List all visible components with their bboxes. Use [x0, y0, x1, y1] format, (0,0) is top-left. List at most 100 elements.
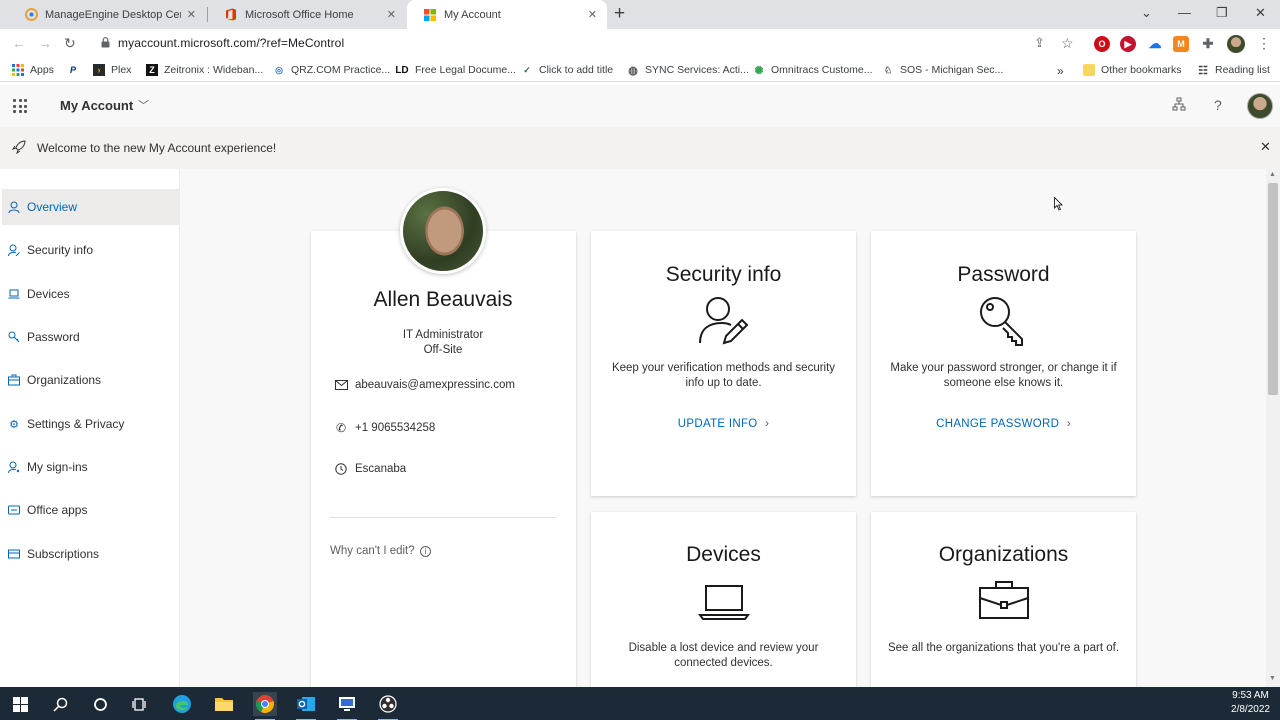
- address-bar[interactable]: myaccount.microsoft.com/?ref=MeControl: [118, 36, 344, 50]
- sidebar-item-organizations[interactable]: Organizations: [2, 362, 179, 398]
- minimize-icon[interactable]: —: [1178, 5, 1191, 20]
- password-card: Password Make your password stronger, or…: [871, 231, 1136, 496]
- sidebar-item-office-apps[interactable]: Office apps: [2, 492, 179, 528]
- cortana-icon[interactable]: [88, 692, 112, 716]
- sidebar-item-password[interactable]: Password: [2, 319, 179, 355]
- tab-office-home[interactable]: Microsoft Office Home ✕: [208, 0, 406, 29]
- change-password-link[interactable]: CHANGE PASSWORD ›: [871, 418, 1136, 430]
- bookmark-zeitronix[interactable]: Z Zeitronix : Wideban...: [146, 64, 263, 76]
- windows-taskbar: 9:53 AM 2/8/2022: [0, 687, 1280, 720]
- chevron-right-icon: ›: [765, 418, 770, 430]
- back-icon[interactable]: ←: [12, 35, 26, 51]
- opera-extension-icon[interactable]: O: [1094, 36, 1110, 52]
- scroll-down-icon[interactable]: ▼: [1269, 675, 1276, 682]
- key-icon: [979, 297, 1023, 346]
- bookmark-label: Plex: [111, 64, 132, 76]
- metamask-extension-icon[interactable]: M: [1173, 36, 1189, 52]
- sidebar-item-settings-privacy[interactable]: ⚙ Settings & Privacy: [2, 406, 179, 442]
- tab-title: Microsoft Office Home: [245, 8, 354, 21]
- edge-icon[interactable]: [170, 692, 194, 716]
- window-close-icon[interactable]: ✕: [1255, 5, 1266, 21]
- rocket-icon: [11, 140, 26, 157]
- person-icon: [8, 201, 20, 213]
- zeitronix-icon: Z: [146, 64, 158, 76]
- card-title: Organizations: [938, 543, 1069, 566]
- tab-close-icon[interactable]: ✕: [387, 8, 396, 21]
- tab-close-icon[interactable]: ✕: [588, 8, 597, 21]
- paypal-icon: P: [69, 65, 76, 75]
- mail-icon: [334, 380, 348, 390]
- bookmark-paypal[interactable]: P: [67, 64, 85, 76]
- profile-email-row: abeauvais@amexpressinc.com: [334, 379, 515, 391]
- profile-photo[interactable]: [400, 188, 486, 274]
- outlook-icon[interactable]: [294, 692, 318, 720]
- chrome-icon[interactable]: [253, 692, 277, 720]
- sidebar-nav: Overview Security info Devices Password …: [0, 169, 180, 687]
- reading-list-button[interactable]: ☷ Reading list: [1197, 64, 1270, 77]
- close-icon[interactable]: ✕: [1260, 139, 1271, 155]
- bookmark-omnitracs[interactable]: ✺ Omnitracs Custome...: [753, 64, 872, 77]
- tab-my-account[interactable]: My Account ✕: [407, 0, 607, 29]
- play-extension-icon[interactable]: ▶: [1120, 36, 1136, 52]
- windows-start-icon[interactable]: [8, 692, 32, 716]
- ld-icon: LD: [395, 64, 409, 76]
- bookmarks-overflow-button[interactable]: »: [1057, 64, 1064, 78]
- bookmark-star-icon[interactable]: ☆: [1061, 35, 1074, 52]
- new-tab-icon[interactable]: +: [614, 3, 625, 25]
- update-info-link[interactable]: UPDATE INFO ›: [591, 418, 856, 430]
- share-icon[interactable]: ⇪: [1034, 35, 1045, 51]
- bookmark-plex[interactable]: › Plex: [93, 64, 131, 76]
- bookmark-qrz[interactable]: ◎ QRZ.COM Practice...: [273, 64, 390, 76]
- cloud-extension-icon[interactable]: ☁: [1147, 36, 1163, 52]
- profile-avatar-icon[interactable]: [1227, 35, 1245, 53]
- sidebar-item-my-sign-ins[interactable]: My sign-ins: [2, 449, 179, 485]
- bookmark-label: Click to add title: [539, 64, 614, 76]
- key-icon: [8, 331, 20, 343]
- card-title: Devices: [686, 543, 761, 566]
- sidebar-item-subscriptions[interactable]: Subscriptions: [2, 536, 179, 572]
- sidebar-item-label: Office apps: [27, 503, 88, 517]
- bookmark-sos-michigan[interactable]: ♘ SOS - Michigan Sec...: [882, 64, 1003, 76]
- obs-icon[interactable]: [376, 692, 400, 720]
- sidebar-item-label: Password: [27, 330, 80, 344]
- search-icon[interactable]: [48, 692, 72, 716]
- scrollbar-thumb[interactable]: [1268, 183, 1278, 395]
- bookmark-legal-docs[interactable]: LD Free Legal Docume...: [395, 64, 516, 76]
- profile-job-title: IT Administrator: [402, 329, 484, 341]
- chrome-menu-icon[interactable]: ⋮: [1257, 35, 1271, 52]
- forward-icon[interactable]: →: [38, 35, 52, 51]
- app-launcher-icon[interactable]: [13, 99, 27, 113]
- bookmark-click-to-add[interactable]: ✓ Click to add title: [521, 64, 613, 76]
- link-label: CHANGE PASSWORD: [936, 418, 1060, 430]
- bookmark-sync-services[interactable]: ◍ SYNC Services: Acti...: [627, 64, 749, 77]
- scroll-up-icon[interactable]: ▲: [1269, 171, 1276, 178]
- tab-close-icon[interactable]: ✕: [187, 8, 196, 21]
- user-avatar[interactable]: [1247, 93, 1273, 119]
- sidebar-item-overview[interactable]: Overview: [2, 189, 179, 225]
- taskbar-clock[interactable]: 9:53 AM 2/8/2022: [1228, 689, 1273, 717]
- sidebar-item-security-info[interactable]: Security info: [2, 232, 179, 268]
- file-explorer-icon[interactable]: [212, 692, 236, 716]
- why-cant-i-edit-link[interactable]: Why can't I edit? i: [330, 545, 431, 557]
- other-bookmarks-folder[interactable]: Other bookmarks: [1083, 64, 1182, 76]
- org-chart-icon[interactable]: [1172, 97, 1186, 114]
- bookmark-apps[interactable]: Apps: [12, 64, 54, 76]
- bookmark-label: QRZ.COM Practice...: [291, 64, 391, 76]
- lock-icon[interactable]: [101, 37, 110, 48]
- mouse-cursor-icon: [1054, 197, 1063, 211]
- help-icon[interactable]: ?: [1214, 97, 1222, 113]
- page-scrollbar[interactable]: ▲ ▼: [1266, 169, 1280, 687]
- chevron-right-icon: ›: [1066, 418, 1071, 430]
- tab-manageengine[interactable]: ManageEngine Desktop Central ✕: [8, 0, 206, 29]
- main-content: Allen Beauvais IT Administrator Off-Site…: [180, 169, 1266, 687]
- chevron-down-icon[interactable]: ﹀: [138, 97, 149, 113]
- extensions-puzzle-icon[interactable]: ✚: [1200, 36, 1216, 52]
- reload-icon[interactable]: ↻: [64, 35, 76, 52]
- devices-card: Devices Disable a lost device and review…: [591, 512, 856, 687]
- tab-search-chevron-icon[interactable]: ⌄: [1141, 5, 1152, 21]
- sidebar-item-devices[interactable]: Devices: [2, 276, 179, 312]
- task-view-icon[interactable]: [128, 692, 152, 716]
- remote-desktop-icon[interactable]: [335, 692, 359, 720]
- app-title[interactable]: My Account: [60, 98, 133, 113]
- maximize-icon[interactable]: ❐: [1216, 5, 1228, 21]
